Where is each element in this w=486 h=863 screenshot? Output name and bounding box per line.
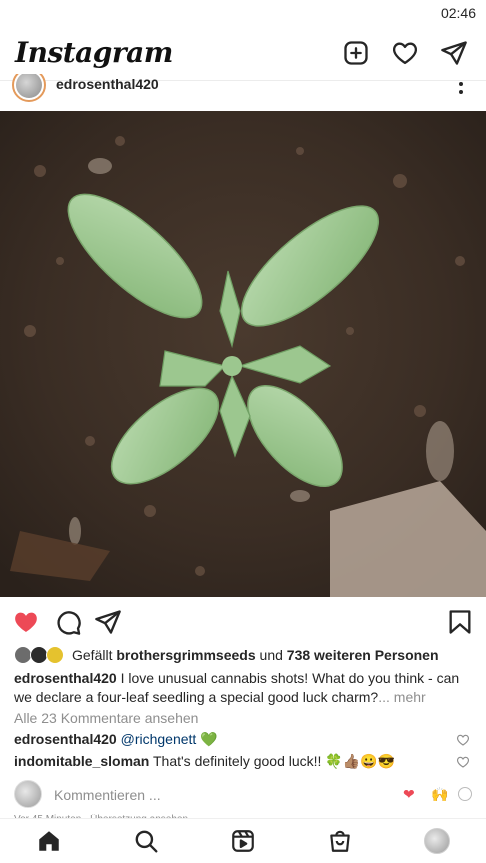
likes-connector: und [259, 647, 283, 663]
post-author-avatar[interactable] [12, 74, 46, 102]
liked-by-others[interactable]: 738 weiteren Personen [287, 647, 439, 663]
post-actions [0, 602, 486, 640]
post-author-username[interactable]: edrosenthal420 [56, 76, 159, 92]
add-post-icon[interactable] [342, 39, 370, 67]
add-comment-row: Kommentieren ... ❤ 🙌 [0, 778, 486, 812]
like-heart-icon[interactable] [12, 608, 40, 636]
reels-icon[interactable] [230, 828, 256, 854]
quick-reaction-hands[interactable]: 🙌 [431, 786, 448, 803]
more-options-icon[interactable] [458, 80, 464, 100]
status-bar: 02:46 [0, 0, 486, 26]
save-bookmark-icon[interactable] [446, 608, 474, 636]
likes-summary[interactable]: Gefällt brothersgrimmseeds und 738 weite… [14, 645, 474, 667]
liker-avatar [46, 646, 64, 664]
liked-by-user[interactable]: brothersgrimmseeds [116, 647, 255, 663]
comment-username[interactable]: indomitable_sloman [14, 753, 149, 769]
post-image[interactable] [0, 111, 486, 597]
shop-icon[interactable] [327, 828, 353, 854]
comment-text: That's definitely good luck!! [153, 753, 322, 769]
view-all-comments-link[interactable]: Alle 23 Kommentare ansehen [14, 710, 198, 726]
comment-like-icon[interactable] [456, 733, 470, 747]
add-comment-input[interactable]: Kommentieren ... [54, 787, 161, 803]
quick-reaction-heart[interactable]: ❤ [403, 786, 415, 803]
post-caption: edrosenthal420 I love unusual cannabis s… [14, 669, 476, 707]
comment-emoji: 💚 [200, 731, 218, 747]
comment-item: edrosenthal420 @richgenett 💚 [14, 731, 454, 748]
caption-more-link[interactable]: mehr [394, 689, 426, 705]
app-header: Instagram [0, 26, 486, 81]
add-reaction-icon[interactable] [458, 787, 472, 801]
share-send-icon[interactable] [94, 608, 122, 636]
home-icon[interactable] [36, 828, 62, 854]
comment-mention[interactable]: @richgenett [121, 731, 197, 747]
activity-heart-icon[interactable] [391, 39, 419, 67]
profile-avatar[interactable] [424, 828, 450, 854]
caption-username[interactable]: edrosenthal420 [14, 670, 117, 686]
liker-avatars [14, 646, 68, 664]
post-header: edrosenthal420 [0, 74, 486, 110]
comment-icon[interactable] [54, 608, 82, 636]
instagram-logo: Instagram [15, 36, 173, 69]
direct-send-icon[interactable] [440, 39, 468, 67]
comment-emoji: 🍀👍🏽😀😎 [325, 753, 396, 769]
status-time: 02:46 [440, 5, 476, 21]
caption-ellipsis: ... [378, 689, 390, 705]
comment-username[interactable]: edrosenthal420 [14, 731, 117, 747]
comment-item: indomitable_sloman That's definitely goo… [14, 753, 454, 770]
current-user-avatar [14, 780, 42, 808]
comment-like-icon[interactable] [456, 755, 470, 769]
likes-prefix: Gefällt [72, 647, 113, 663]
search-icon[interactable] [133, 828, 159, 854]
bottom-navigation [0, 818, 486, 863]
likes-text: Gefällt brothersgrimmseeds und 738 weite… [72, 647, 439, 663]
